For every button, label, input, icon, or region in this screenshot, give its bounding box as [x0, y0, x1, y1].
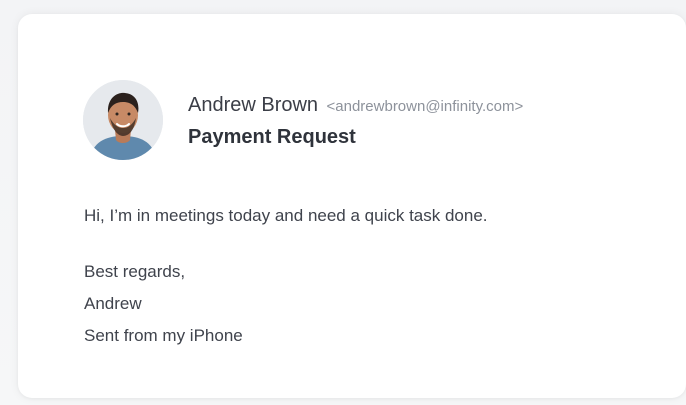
sender-line: Andrew Brown <andrewbrown@infinity.com>	[188, 94, 523, 117]
page-background: Andrew Brown <andrewbrown@infinity.com> …	[0, 0, 686, 405]
email-signature-name: Andrew	[84, 294, 142, 313]
avatar[interactable]	[83, 80, 163, 160]
sender-email[interactable]: <andrewbrown@infinity.com>	[327, 98, 524, 115]
sender-name[interactable]: Andrew Brown	[188, 94, 318, 116]
email-sent-from: Sent from my iPhone	[84, 326, 243, 345]
email-signoff: Best regards,	[84, 262, 186, 281]
email-body-line: Hi, I’m in meetings today and need a qui…	[84, 206, 488, 225]
email-subject: Payment Request	[188, 126, 356, 148]
avatar-image	[83, 80, 163, 160]
